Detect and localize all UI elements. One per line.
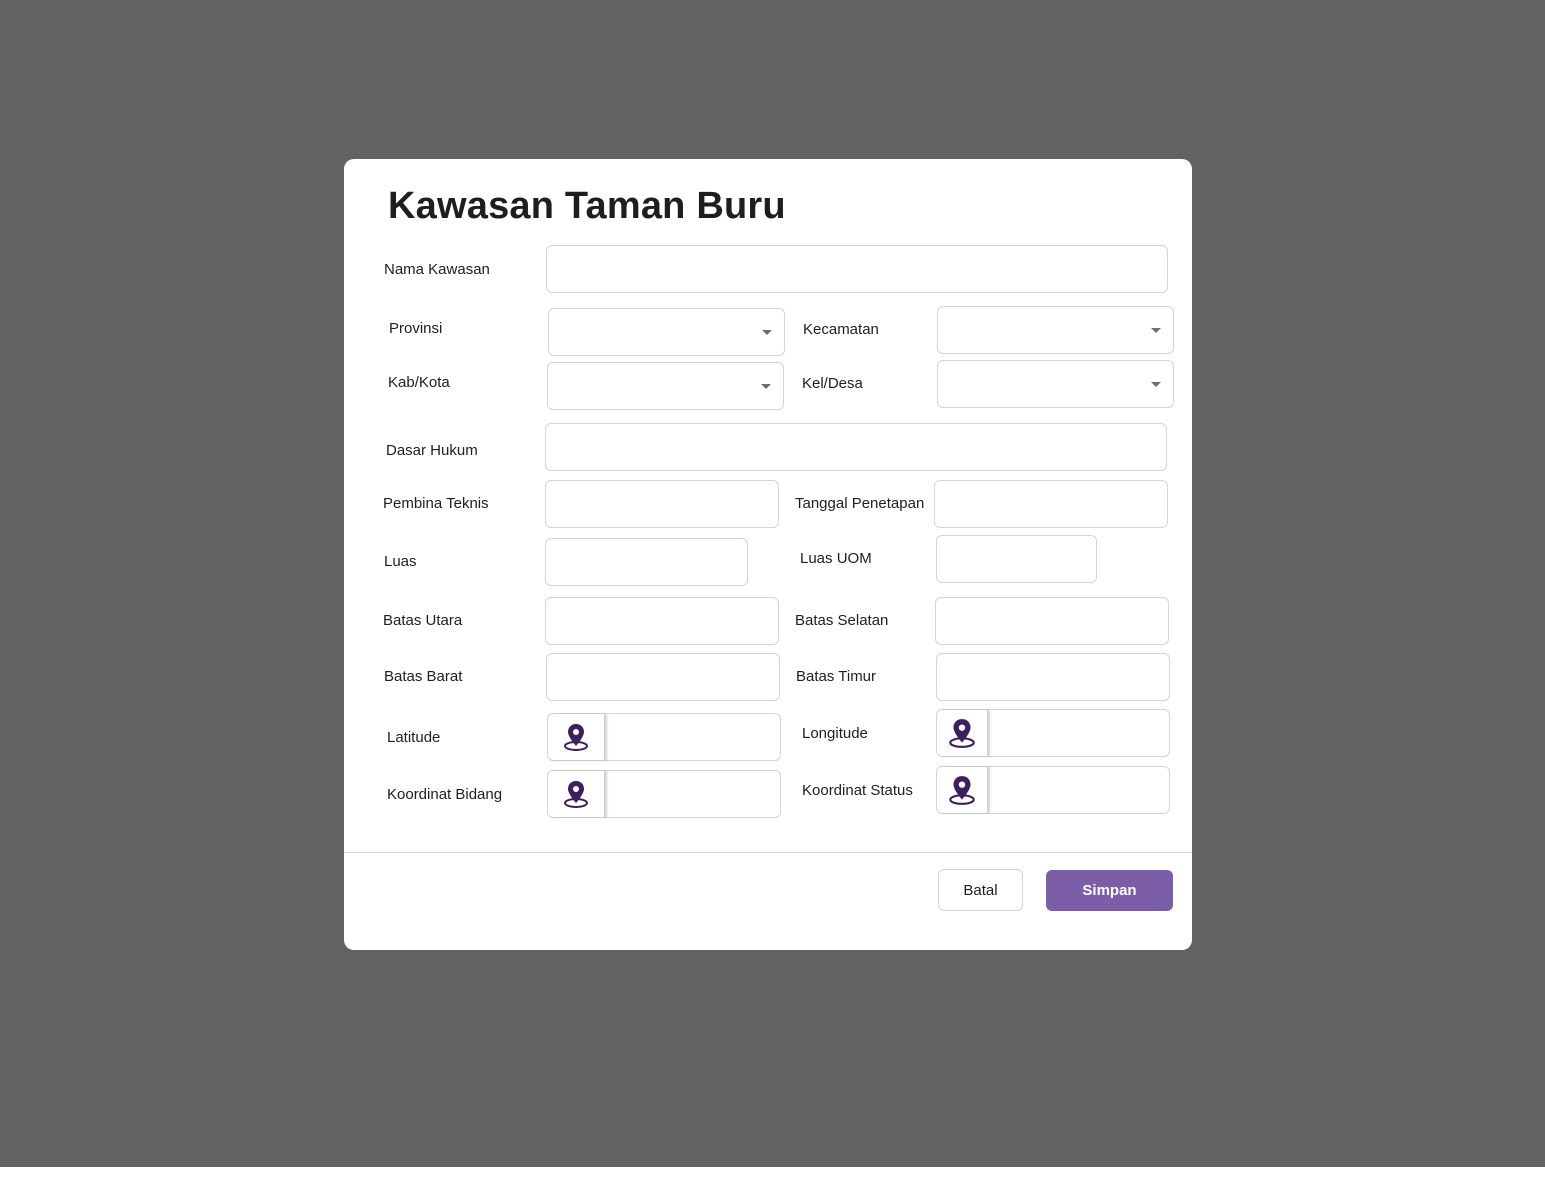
- dasar-hukum-field[interactable]: [545, 423, 1167, 471]
- luas-uom-field[interactable]: [936, 535, 1097, 583]
- save-button[interactable]: Simpan: [1046, 870, 1173, 911]
- koordinat-bidang-input[interactable]: [606, 771, 780, 817]
- koordinat-bidang-field[interactable]: [547, 770, 781, 818]
- dialog-title: Kawasan Taman Buru: [388, 185, 786, 227]
- map-pin-icon: [564, 724, 588, 751]
- dasar-hukum-label: Dasar Hukum: [386, 442, 478, 459]
- kecamatan-select[interactable]: [937, 306, 1174, 354]
- batas-utara-input[interactable]: [546, 598, 778, 644]
- koordinat-status-pick-button[interactable]: [937, 767, 988, 813]
- koordinat-status-input[interactable]: [989, 767, 1169, 813]
- longitude-pick-button[interactable]: [937, 710, 988, 756]
- koordinat-status-label: Koordinat Status: [802, 782, 913, 799]
- kel-desa-select[interactable]: [937, 360, 1174, 408]
- nama-kawasan-label: Nama Kawasan: [384, 261, 490, 278]
- batas-barat-input[interactable]: [547, 654, 779, 700]
- chevron-down-icon: [1151, 328, 1161, 333]
- pembina-teknis-label: Pembina Teknis: [383, 495, 489, 512]
- luas-uom-label: Luas UOM: [800, 550, 872, 567]
- luas-uom-input[interactable]: [937, 536, 1096, 582]
- kab-kota-select[interactable]: [547, 362, 784, 410]
- chevron-down-icon: [1151, 382, 1161, 387]
- batas-timur-field[interactable]: [936, 653, 1170, 701]
- latitude-field[interactable]: [547, 713, 781, 761]
- tanggal-penetapan-label: Tanggal Penetapan: [795, 495, 925, 512]
- luas-field[interactable]: [545, 538, 748, 586]
- provinsi-select[interactable]: [548, 308, 785, 356]
- batas-selatan-label: Batas Selatan: [795, 612, 889, 629]
- luas-input[interactable]: [546, 539, 747, 585]
- dasar-hukum-input[interactable]: [546, 424, 1166, 470]
- nama-kawasan-input[interactable]: [547, 246, 1167, 292]
- pembina-teknis-input[interactable]: [546, 481, 778, 527]
- koordinat-bidang-label: Koordinat Bidang: [387, 786, 503, 803]
- batas-barat-label: Batas Barat: [384, 668, 463, 685]
- tanggal-penetapan-input[interactable]: [935, 481, 1167, 527]
- koordinat-bidang-pick-button[interactable]: [548, 771, 605, 817]
- koordinat-status-field[interactable]: [936, 766, 1170, 814]
- map-pin-icon: [949, 776, 975, 805]
- map-pin-icon: [949, 719, 975, 748]
- map-pin-icon: [564, 781, 588, 808]
- longitude-field[interactable]: [936, 709, 1170, 757]
- latitude-label: Latitude: [387, 729, 441, 746]
- longitude-label: Longitude: [802, 725, 868, 742]
- latitude-pick-button[interactable]: [548, 714, 605, 760]
- batas-utara-field[interactable]: [545, 597, 779, 645]
- chevron-down-icon: [761, 384, 771, 389]
- luas-label: Luas: [384, 553, 417, 570]
- cancel-button[interactable]: Batal: [938, 869, 1023, 911]
- batas-barat-field[interactable]: [546, 653, 780, 701]
- batas-selatan-input[interactable]: [936, 598, 1168, 644]
- batas-utara-label: Batas Utara: [383, 612, 463, 629]
- nama-kawasan-field[interactable]: [546, 245, 1168, 293]
- latitude-input[interactable]: [606, 714, 780, 760]
- batas-timur-label: Batas Timur: [796, 668, 877, 685]
- batas-timur-input[interactable]: [937, 654, 1169, 700]
- kab-kota-label: Kab/Kota: [388, 374, 450, 391]
- longitude-input[interactable]: [989, 710, 1169, 756]
- tanggal-penetapan-field[interactable]: [934, 480, 1168, 528]
- footer-divider: [344, 852, 1192, 853]
- kecamatan-label: Kecamatan: [803, 321, 879, 338]
- kel-desa-label: Kel/Desa: [802, 375, 863, 392]
- provinsi-label: Provinsi: [389, 320, 443, 337]
- pembina-teknis-field[interactable]: [545, 480, 779, 528]
- batas-selatan-field[interactable]: [935, 597, 1169, 645]
- chevron-down-icon: [762, 330, 772, 335]
